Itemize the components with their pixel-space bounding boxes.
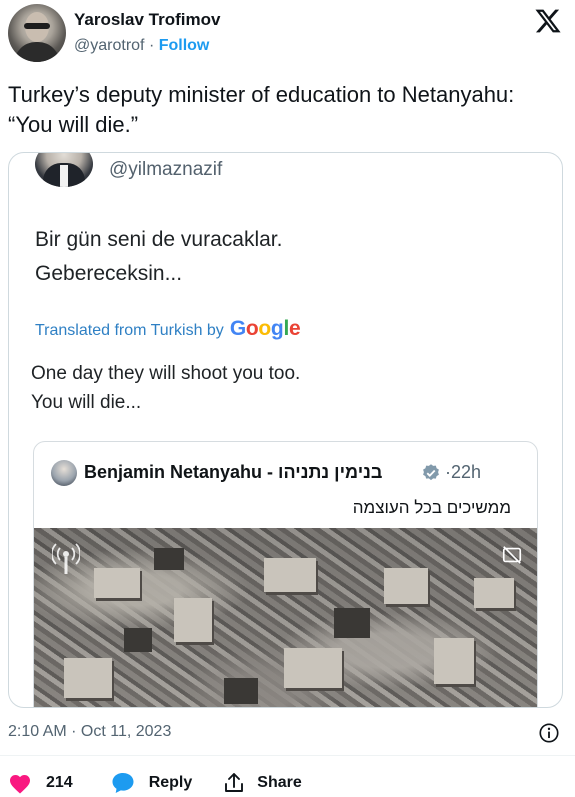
captions-off-icon[interactable] (501, 544, 523, 566)
author-handle-row: @yarotrof · Follow (74, 37, 209, 55)
translated-text: One day they will shoot you too. You wil… (31, 359, 300, 417)
reply-label: Reply (148, 774, 193, 791)
like-button[interactable]: 214 (8, 772, 73, 794)
author-handle[interactable]: @yarotrof (74, 37, 144, 54)
embedded-screenshot[interactable]: @yilmaznazif Bir gün seni de vuracaklar.… (8, 152, 563, 708)
original-text: Bir gün seni de vuracaklar. Gebereceksin… (35, 223, 282, 291)
google-logo: Google (229, 317, 301, 340)
x-logo-icon[interactable] (533, 7, 563, 35)
quoted-video-thumbnail (34, 528, 537, 707)
share-button[interactable]: Share (223, 772, 302, 794)
share-icon (225, 773, 244, 792)
tweet-timestamp[interactable]: 2:10 AM · Oct 11, 2023 (8, 723, 171, 741)
verified-badge-icon (423, 464, 439, 481)
original-line-2: Gebereceksin... (35, 262, 183, 285)
quoted-tweet: Benjamin Netanyahu - בנימין נתניהו ·22h … (33, 441, 538, 707)
translated-from-label: Translated from Turkish by (35, 322, 224, 339)
quoted-text: ממשיכים בכל העוצמה (352, 498, 511, 517)
reply-bubble-icon (112, 773, 134, 793)
share-label: Share (257, 774, 302, 791)
translation-line-1: One day they will shoot you too. (31, 363, 301, 384)
quoted-avatar (51, 460, 77, 486)
original-line-1: Bir gün seni de vuracaklar. (35, 228, 283, 251)
heart-icon (10, 775, 30, 794)
follow-button[interactable]: Follow (159, 37, 210, 54)
like-count: 214 (46, 774, 73, 791)
quoted-time: ·22h (445, 462, 482, 482)
action-bar: 214 Reply Share (8, 768, 302, 797)
author-avatar[interactable] (8, 4, 66, 62)
info-icon[interactable] (538, 722, 560, 744)
translation-line-2: You will die... (31, 392, 142, 413)
inner-avatar (35, 153, 93, 187)
broadcast-icon (52, 543, 80, 574)
quoted-author-name: Benjamin Netanyahu - בנימין נתניהו (84, 462, 383, 482)
reply-button[interactable]: Reply (111, 772, 193, 794)
inner-handle: @yilmaznazif (109, 159, 223, 180)
tweet-text: Turkey’s deputy minister of education to… (8, 82, 515, 137)
author-name[interactable]: Yaroslav Trofimov (74, 10, 220, 30)
translation-attribution: Translated from Turkish by Google (35, 317, 301, 341)
handle-separator: · (148, 37, 155, 54)
divider (0, 755, 575, 756)
tweet-card: Yaroslav Trofimov @yarotrof · Follow Tur… (0, 0, 575, 797)
